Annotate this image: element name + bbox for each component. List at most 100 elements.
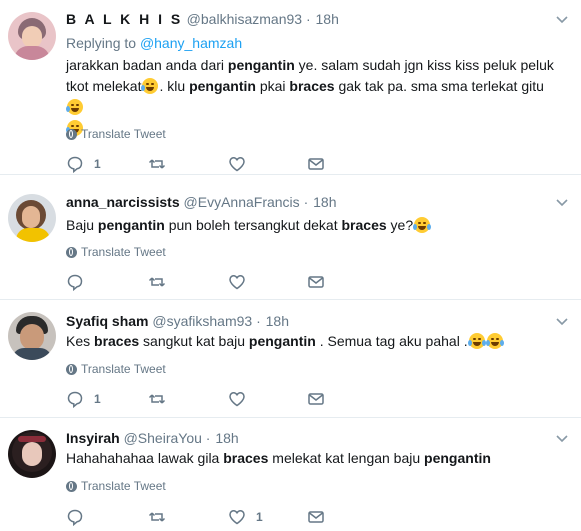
globe-icon: [66, 363, 77, 375]
avatar[interactable]: [8, 194, 56, 242]
keyword-highlight: pengantin: [227, 57, 295, 73]
separator-dot: ·: [205, 430, 211, 446]
direct-message-button[interactable]: [307, 273, 335, 291]
reply-button[interactable]: 1: [66, 390, 101, 408]
heart-icon: [229, 392, 245, 407]
reply-button[interactable]: 1: [66, 155, 101, 173]
translate-tweet-link[interactable]: Translate Tweet: [66, 362, 166, 376]
display-name[interactable]: Syafiq sham: [66, 313, 148, 329]
retweet-icon: [148, 512, 166, 522]
username[interactable]: @syafiksham93: [152, 313, 252, 329]
text-segment: sangkut kat baju: [139, 333, 249, 349]
heart-icon: [229, 157, 245, 172]
globe-icon: [66, 246, 77, 258]
translate-label: Translate Tweet: [81, 245, 166, 259]
retweet-icon: [148, 277, 166, 287]
reply-icon: [67, 391, 83, 408]
keyword-highlight: braces: [223, 450, 269, 466]
separator-dot: ·: [256, 313, 261, 329]
display-name[interactable]: anna_narcissists: [66, 194, 180, 210]
envelope-icon: [308, 158, 324, 170]
keyword-highlight: braces: [94, 333, 140, 349]
like-button[interactable]: 1: [228, 508, 263, 526]
avatar[interactable]: [8, 12, 56, 60]
tears-of-joy-emoji-icon: [413, 217, 432, 233]
text-segment: ye?: [386, 217, 414, 233]
like-button[interactable]: [228, 273, 256, 291]
keyword-highlight: pengantin: [248, 333, 316, 349]
username[interactable]: @EvyAnnaFrancis: [184, 194, 300, 210]
globe-icon: [66, 128, 77, 140]
like-button[interactable]: [228, 155, 256, 173]
envelope-icon: [308, 393, 324, 405]
direct-message-button[interactable]: [307, 390, 335, 408]
tears-of-joy-emoji-icon: [485, 333, 504, 349]
translate-label: Translate Tweet: [81, 362, 166, 376]
reply-button[interactable]: [66, 508, 94, 526]
rolling-laughing-emoji-icon: [66, 99, 83, 115]
keyword-highlight: pengantin: [424, 450, 491, 466]
retweet-button[interactable]: [148, 390, 176, 408]
tweet[interactable]: Insyirah @SheiraYou · 18h Hahahahahaa la…: [0, 418, 581, 531]
reply-icon: [67, 509, 83, 526]
avatar[interactable]: [8, 312, 56, 360]
timestamp[interactable]: 18h: [313, 194, 336, 210]
replying-to-handle[interactable]: @hany_hamzah: [140, 35, 242, 51]
like-button[interactable]: [228, 390, 256, 408]
tears-of-joy-emoji-icon: [467, 333, 486, 349]
tweet-actions: [66, 273, 366, 291]
display-name[interactable]: B A L K H I S: [66, 11, 183, 27]
reply-count: 1: [94, 392, 101, 406]
keyword-highlight: braces: [289, 78, 335, 94]
rolling-laughing-emoji-icon: [141, 78, 159, 94]
chevron-down-icon[interactable]: [555, 315, 569, 329]
timestamp[interactable]: 18h: [316, 11, 339, 27]
translate-tweet-link[interactable]: Translate Tweet: [66, 245, 166, 259]
text-segment: Hahahahahaa lawak gila: [66, 450, 224, 466]
text-segment: gak tak pa. sma sma terlekat gitu: [334, 78, 544, 94]
reply-icon: [67, 274, 83, 291]
like-count: 1: [256, 510, 263, 524]
reply-button[interactable]: [66, 273, 94, 291]
text-segment: pun boleh tersangkut dekat: [164, 217, 342, 233]
text-segment: Baju: [66, 217, 98, 233]
keyword-highlight: pengantin: [97, 217, 165, 233]
avatar[interactable]: [8, 430, 56, 478]
username[interactable]: @balkhisazman93: [187, 11, 302, 27]
timestamp[interactable]: 18h: [215, 430, 238, 446]
envelope-icon: [308, 276, 324, 288]
text-segment: . Semua tag aku pahal .: [315, 333, 468, 349]
tweet[interactable]: Syafiq sham @syafiksham93 · 18h Kes brac…: [0, 300, 581, 418]
direct-message-button[interactable]: [307, 155, 335, 173]
envelope-icon: [308, 511, 324, 523]
text-segment: . klu: [159, 78, 190, 94]
tweet-text: Hahahahahaa lawak gila braces melekat ka…: [66, 448, 561, 469]
chevron-down-icon[interactable]: [555, 196, 569, 210]
retweet-icon: [148, 394, 166, 404]
tweet-header: anna_narcissists @EvyAnnaFrancis · 18h: [66, 194, 336, 210]
text-segment: jarakkan badan anda dari: [66, 57, 228, 73]
reply-count: 1: [94, 157, 101, 171]
separator-dot: ·: [305, 11, 311, 27]
direct-message-button[interactable]: [307, 508, 335, 526]
heart-icon: [229, 275, 245, 290]
display-name[interactable]: Insyirah: [66, 430, 120, 446]
retweet-button[interactable]: [148, 155, 176, 173]
keyword-highlight: braces: [341, 217, 387, 233]
timestamp[interactable]: 18h: [266, 313, 289, 329]
translate-tweet-link[interactable]: Translate Tweet: [66, 127, 166, 141]
replying-to: Replying to @hany_hamzah: [66, 35, 242, 51]
tweet[interactable]: B A L K H I S @balkhisazman93 · 18h Repl…: [0, 0, 581, 175]
translate-tweet-link[interactable]: Translate Tweet: [66, 479, 166, 493]
retweet-button[interactable]: [148, 508, 176, 526]
text-segment: tkot melekat: [66, 78, 142, 94]
heart-icon: [229, 510, 245, 525]
chevron-down-icon[interactable]: [555, 432, 569, 446]
separator-dot: ·: [303, 194, 309, 210]
chevron-down-icon[interactable]: [555, 13, 569, 27]
retweet-button[interactable]: [148, 273, 176, 291]
retweet-icon: [148, 159, 166, 169]
tweet[interactable]: anna_narcissists @EvyAnnaFrancis · 18h B…: [0, 182, 581, 300]
username[interactable]: @SheiraYou: [124, 430, 202, 446]
replying-to-label: Replying to: [66, 35, 137, 51]
